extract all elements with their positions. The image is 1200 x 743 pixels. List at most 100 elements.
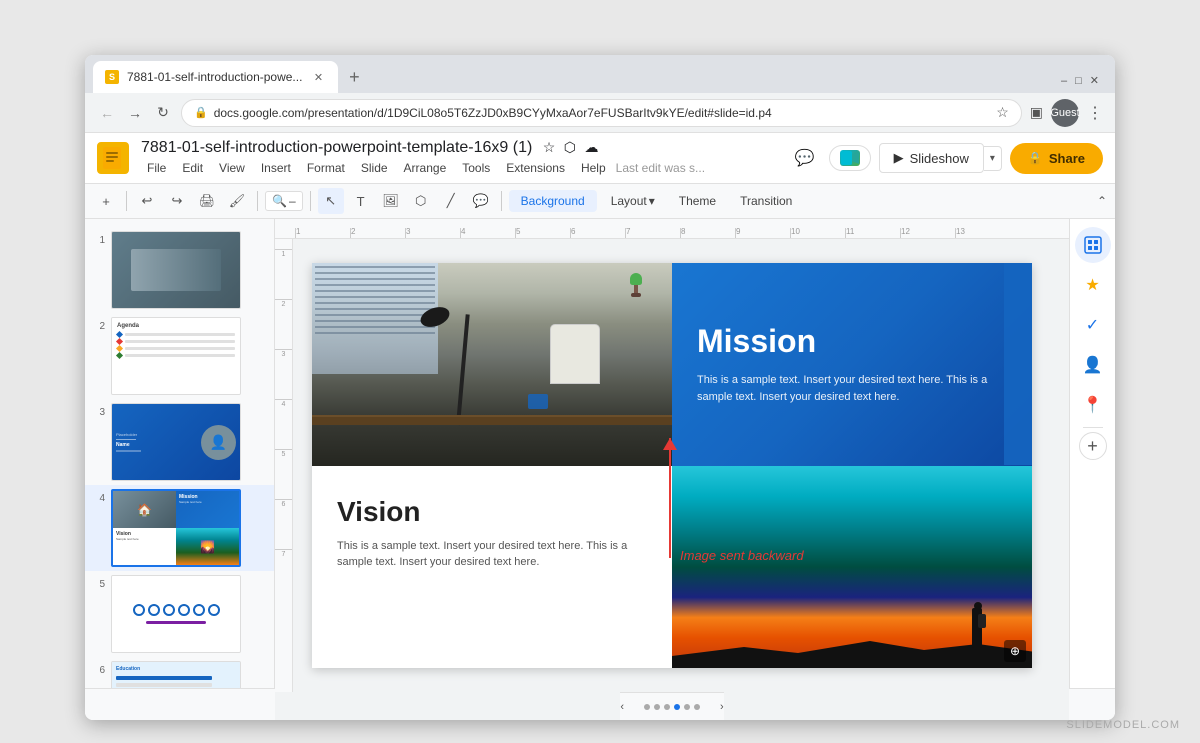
ruler-mark-6: 6 — [570, 228, 625, 238]
redo-button[interactable]: ↪ — [164, 188, 190, 214]
slide-dot-5[interactable] — [684, 704, 690, 710]
menu-extensions[interactable]: Extensions — [500, 159, 571, 177]
paint-format-button[interactable]: 🖌 — [224, 188, 250, 214]
line-tool[interactable]: ╱ — [438, 188, 464, 214]
slide-thumb-5[interactable]: 5 — [85, 571, 274, 657]
slide-vision-section[interactable]: Vision This is a sample text. Insert you… — [312, 466, 672, 669]
new-tab-button[interactable]: + — [340, 63, 368, 91]
print-button[interactable]: 🖨 — [194, 188, 220, 214]
ruler-mark-4: 4 — [460, 228, 515, 238]
bookmark-icon[interactable]: ☆ — [996, 104, 1009, 121]
share-button[interactable]: 🔒 Share — [1010, 143, 1103, 174]
menu-insert[interactable]: Insert — [255, 159, 297, 177]
slide-panel-bottom: ⊞ ⊟ ‹ — [85, 688, 275, 720]
close-button[interactable]: ✕ — [1090, 74, 1099, 87]
star-icon[interactable]: ☆ — [543, 139, 556, 155]
url-text: docs.google.com/presentation/d/1D9CiL08o… — [214, 106, 991, 120]
slide4-mission-thumb: Mission Sample text here — [176, 491, 239, 528]
slide-dot-4[interactable] — [674, 704, 680, 710]
ruler-marks: 1 2 3 4 5 6 7 8 9 10 11 12 13 — [295, 219, 1010, 238]
collapse-button[interactable]: ⌃ — [1097, 192, 1107, 210]
cursor-tool[interactable]: ↖ — [318, 188, 344, 214]
browser-menu-button[interactable]: ⋮ — [1087, 103, 1103, 123]
tab-favicon: S — [105, 70, 119, 84]
undo-button[interactable]: ↩ — [134, 188, 160, 214]
comment-tool[interactable]: 💬 — [468, 188, 494, 214]
slide4-sunset-thumb: 🌄 — [176, 528, 239, 565]
sidebar-star-button[interactable]: ★ — [1075, 267, 1111, 303]
forward-button[interactable]: → — [125, 103, 145, 123]
menu-edit[interactable]: Edit — [176, 159, 209, 177]
slide-dot-6[interactable] — [694, 704, 700, 710]
layout-button[interactable]: Layout ▾ — [601, 190, 665, 212]
meet-icon — [840, 150, 860, 166]
slide-number-5: 5 — [93, 579, 105, 590]
slideshow-button[interactable]: ▶ Slideshow — [879, 143, 984, 173]
tab-close-button[interactable]: ✕ — [310, 69, 326, 85]
menu-help[interactable]: Help — [575, 159, 612, 177]
slide-dot-3[interactable] — [664, 704, 670, 710]
text-tool[interactable]: T — [348, 188, 374, 214]
prev-slide-button[interactable]: ‹ — [620, 701, 624, 713]
drive-icon[interactable]: ⬡ — [564, 139, 576, 155]
slide-thumb-3[interactable]: 3 Placeholder Name 👤 — [85, 399, 274, 485]
ruler-mark-8: 8 — [680, 228, 735, 238]
slide2-items — [117, 332, 235, 358]
window-blinds — [312, 263, 438, 374]
next-slide-button[interactable]: › — [720, 701, 724, 713]
slide-office-photo[interactable] — [312, 263, 672, 466]
menu-view[interactable]: View — [213, 159, 251, 177]
menu-arrange[interactable]: Arrange — [398, 159, 453, 177]
maximize-button[interactable]: □ — [1075, 75, 1082, 87]
background-button[interactable]: Background — [509, 190, 597, 212]
embed-icon[interactable]: ⊕ — [1004, 640, 1026, 662]
url-bar[interactable]: 🔒 docs.google.com/presentation/d/1D9CiL0… — [181, 99, 1022, 127]
active-tab[interactable]: S 7881-01-self-introduction-powe... ✕ — [93, 61, 338, 93]
shapes-tool[interactable]: ⬡ — [408, 188, 434, 214]
meet-button[interactable] — [829, 145, 871, 171]
sidebar-check-button[interactable]: ✓ — [1075, 307, 1111, 343]
image-tool[interactable]: 🖼 — [378, 188, 404, 214]
slide-dot-1[interactable] — [644, 704, 650, 710]
slide-mission-section[interactable]: Mission This is a sample text. Insert yo… — [672, 263, 1032, 466]
slide-thumb-4[interactable]: 4 🏠 Mission Sample text here Vision Samp… — [85, 485, 274, 571]
slideshow-dropdown-button[interactable]: ▾ — [984, 146, 1002, 171]
last-edit-text: Last edit was s... — [616, 161, 705, 175]
slide-preview-1 — [111, 231, 241, 309]
play-icon: ▶ — [894, 150, 904, 166]
cloud-icon[interactable]: ☁ — [584, 139, 598, 155]
vertical-ruler: 1 2 3 4 5 6 7 — [275, 239, 293, 692]
transition-button[interactable]: Transition — [730, 190, 802, 212]
slide-thumb-1[interactable]: 1 — [85, 227, 274, 313]
sidebar-explore-button[interactable] — [1075, 227, 1111, 263]
theme-button[interactable]: Theme — [669, 190, 726, 212]
minimize-button[interactable]: – — [1061, 75, 1067, 87]
add-button[interactable]: + — [93, 188, 119, 214]
slide-canvas[interactable]: Mission This is a sample text. Insert yo… — [312, 263, 1032, 668]
side-panel-icon[interactable]: ▣ — [1030, 104, 1043, 121]
annotation-arrow-container — [669, 438, 671, 558]
menu-slide[interactable]: Slide — [355, 159, 394, 177]
share-label: Share — [1049, 151, 1085, 166]
sidebar-add-button[interactable]: + — [1079, 432, 1107, 460]
arrow-line — [669, 438, 671, 558]
editor-area: 1 2 3 4 5 6 7 8 9 10 11 12 13 — [275, 219, 1069, 720]
menu-tools[interactable]: Tools — [456, 159, 496, 177]
slideshow-label: Slideshow — [910, 151, 969, 166]
slide3-placeholder-text: Placeholder — [116, 432, 197, 437]
slide-dot-2[interactable] — [654, 704, 660, 710]
sidebar-profile-button[interactable]: 👤 — [1075, 347, 1111, 383]
zoom-control[interactable]: 🔍 – — [265, 191, 303, 211]
slide-sunset-photo[interactable] — [672, 466, 1032, 669]
comment-button[interactable]: 💬 — [789, 142, 821, 174]
profile-button[interactable]: Guest — [1051, 99, 1079, 127]
reload-button[interactable]: ↻ — [153, 103, 173, 123]
sidebar-maps-button[interactable]: 📍 — [1075, 387, 1111, 423]
slide-canvas-wrapper: Mission This is a sample text. Insert yo… — [292, 239, 1052, 692]
back-button[interactable]: ← — [97, 103, 117, 123]
ruler-mark-12: 12 — [900, 228, 955, 238]
menu-format[interactable]: Format — [301, 159, 351, 177]
slide-thumb-2[interactable]: 2 Agenda — [85, 313, 274, 399]
chair — [550, 324, 600, 384]
menu-file[interactable]: File — [141, 159, 172, 177]
